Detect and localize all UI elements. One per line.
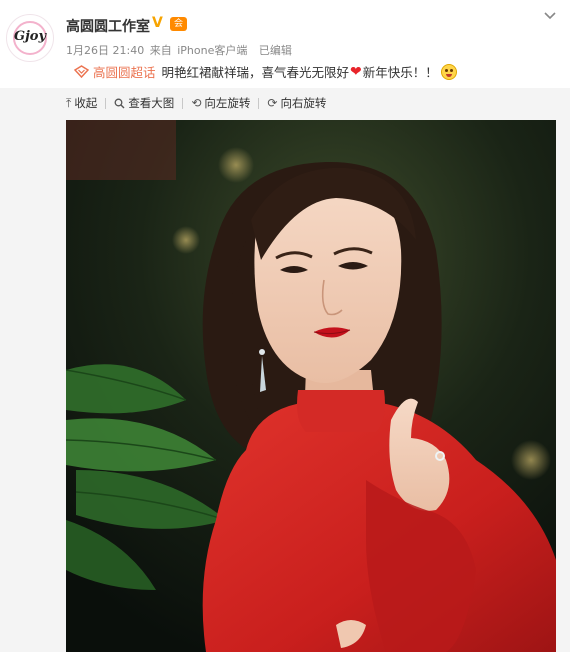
chevron-down-icon[interactable] [542, 8, 558, 24]
rotate-right-icon: ⟳ [267, 96, 278, 110]
username[interactable]: 高圆圆工作室 [66, 16, 150, 36]
super-topic-link[interactable]: 高圆圆超话 [93, 62, 156, 81]
post-timestamp[interactable]: 1月26日 21:40 [66, 44, 144, 57]
collapse-label: 收起 [74, 96, 98, 110]
toolbar-divider [182, 97, 184, 109]
collapse-button[interactable]: ⤒ 收起 [66, 95, 97, 111]
rotate-left-button[interactable]: ⟲ 向左旋转 [191, 95, 250, 111]
post-photo[interactable] [66, 120, 556, 652]
collapse-icon: ⤒ [66, 95, 72, 110]
member-badge-icon[interactable]: 会 [170, 17, 187, 31]
verified-icon[interactable]: V [152, 15, 163, 31]
super-topic-icon [74, 65, 89, 78]
toolbar-divider [258, 97, 260, 109]
edited-label[interactable]: 已编辑 [259, 44, 292, 57]
avatar[interactable]: Gjoy [6, 14, 54, 62]
rotate-right-button[interactable]: ⟳ 向右旋转 [267, 95, 326, 111]
post-text: 高圆圆超话 明艳红裙献祥瑞，喜气春光无限好 ❤ 新年快乐！！ [74, 62, 457, 81]
magnifier-icon [114, 98, 125, 108]
post-text-greeting: 新年快乐！！ [362, 65, 438, 80]
image-toolbar: ⤒ 收起 查看大图 ⟲ 向左旋转 ⟳ 向右旋转 [66, 94, 326, 112]
post-text-body: 明艳红裙献祥瑞，喜气春光无限好 [161, 65, 350, 80]
photo-illustration [66, 120, 556, 652]
post-source-prefix: 来自 [149, 44, 172, 57]
scream-face-emoji-icon [440, 63, 457, 80]
toolbar-divider [105, 97, 107, 109]
post-header: Gjoy 高圆圆工作室 V 会 1月26日 21:40 来自 iPhone客户端… [0, 0, 570, 88]
post-device[interactable]: iPhone客户端 [177, 44, 247, 57]
rotate-left-icon: ⟲ [191, 96, 202, 110]
view-large-button[interactable]: 查看大图 [114, 95, 174, 111]
view-large-label: 查看大图 [128, 96, 175, 110]
post-meta: 1月26日 21:40 来自 iPhone客户端 已编辑 [66, 42, 294, 58]
avatar-logo-text: Gjoy [13, 29, 47, 44]
rotate-right-label: 向右旋转 [280, 96, 327, 110]
rotate-left-label: 向左旋转 [204, 96, 251, 110]
heart-icon: ❤ [350, 63, 362, 80]
